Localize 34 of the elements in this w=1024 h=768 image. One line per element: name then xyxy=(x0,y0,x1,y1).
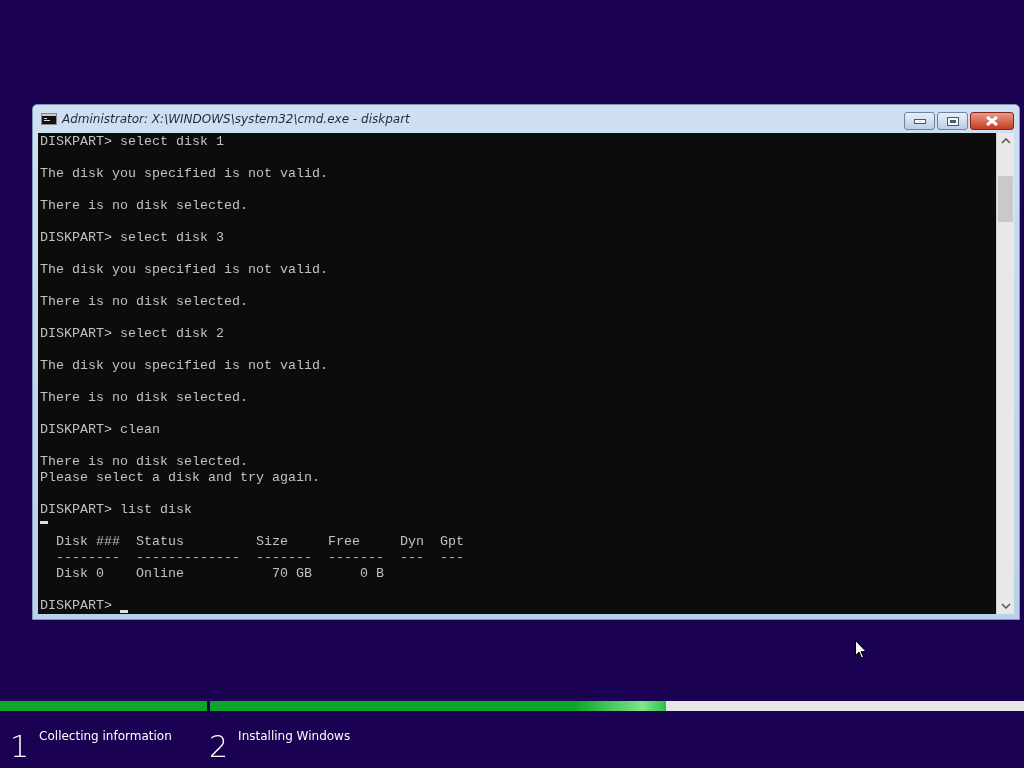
console-line: -------- ------------- ------- ------- --- --- xyxy=(55,550,464,566)
step-label: Collecting information xyxy=(39,729,172,743)
scroll-down-icon[interactable] xyxy=(1000,603,1011,609)
console-line: DISKPART> select disk 2 xyxy=(40,326,224,342)
console-line: There is no disk selected. xyxy=(40,454,248,470)
minimize-button[interactable] xyxy=(904,112,935,130)
console-line: DISKPART> clean xyxy=(40,422,160,438)
maximize-icon xyxy=(946,116,959,126)
console-line: Please select a disk and try again. xyxy=(40,470,320,486)
scroll-up-icon[interactable] xyxy=(1000,138,1011,144)
console-prompt: DISKPART> xyxy=(40,598,112,614)
console-line: DISKPART> select disk 3 xyxy=(40,230,224,246)
console-line: Disk ### Status Size Free Dyn Gpt xyxy=(55,534,464,550)
maximize-button[interactable] xyxy=(937,112,968,130)
console-line: There is no disk selected. xyxy=(40,198,248,214)
console-line: DISKPART> select disk 1 xyxy=(40,134,224,150)
minimize-icon xyxy=(913,118,926,124)
console-line: The disk you specified is not valid. xyxy=(40,358,328,374)
console-line: There is no disk selected. xyxy=(40,390,248,406)
mouse-pointer-icon xyxy=(855,640,867,659)
close-button[interactable] xyxy=(970,112,1014,130)
window-title: Administrator: X:\WINDOWS\system32\cmd.exe - diskpart xyxy=(62,112,410,126)
step-number: 2 xyxy=(209,729,229,765)
scrollbar-thumb[interactable] xyxy=(998,176,1013,222)
console-line: The disk you specified is not valid. xyxy=(40,262,328,278)
console-app-icon xyxy=(41,113,57,125)
step-label: Installing Windows xyxy=(238,729,351,743)
console-line: The disk you specified is not valid. xyxy=(40,166,328,182)
close-icon xyxy=(986,116,998,126)
step-number: 1 xyxy=(10,729,30,765)
console-line: There is no disk selected. xyxy=(40,294,248,310)
console-line: DISKPART> list disk xyxy=(40,502,192,518)
scrollbar[interactable] xyxy=(996,133,1014,614)
console-line: Disk 0 Online 70 GB 0 B xyxy=(55,566,384,582)
